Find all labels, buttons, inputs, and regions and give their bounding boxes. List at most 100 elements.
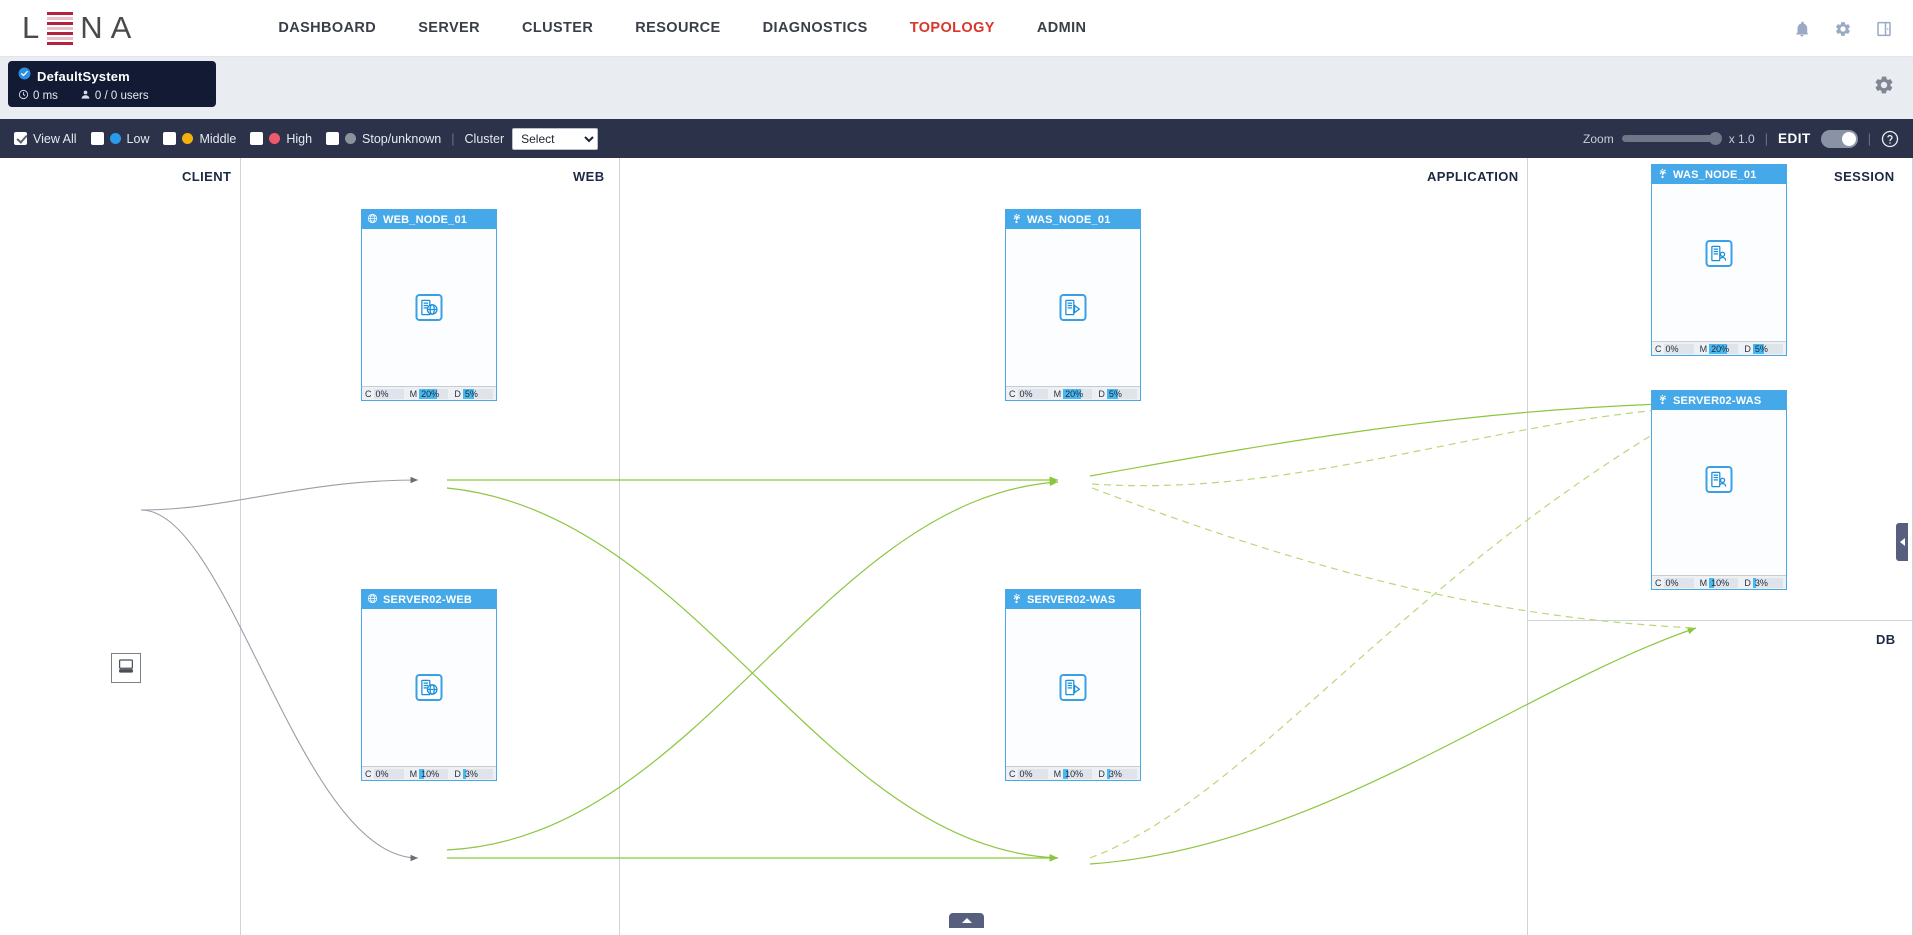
node-metrics: C 0% M 20% D 5% bbox=[1652, 341, 1786, 355]
zoom-label: Zoom bbox=[1583, 131, 1614, 146]
filter-view-all[interactable]: View All bbox=[14, 132, 77, 146]
app-logo[interactable]: L N A bbox=[22, 10, 132, 46]
bell-icon[interactable] bbox=[1793, 20, 1811, 38]
zone-divider-web-application bbox=[619, 158, 620, 935]
cluster-select[interactable]: Select bbox=[512, 127, 599, 150]
metric-disk-key: D bbox=[1098, 388, 1105, 399]
node-title: WEB_NODE_01 bbox=[383, 213, 468, 226]
high-label: High bbox=[286, 131, 313, 146]
node-server02-web[interactable]: SERVER02-WEB C 0% M 10% D 3% bbox=[361, 589, 497, 781]
nav-item-dashboard[interactable]: DASHBOARD bbox=[257, 14, 397, 42]
cluster-icon bbox=[1011, 213, 1022, 227]
metric-cpu: C 0% bbox=[1006, 388, 1051, 399]
web-server-icon bbox=[415, 674, 443, 701]
metric-memory-bar: 20% bbox=[419, 388, 449, 399]
stop-unknown-label: Stop/unknown bbox=[362, 131, 442, 146]
zoom-edit-divider: | bbox=[1764, 131, 1768, 146]
high-checkbox[interactable] bbox=[250, 132, 264, 145]
session-server-icon bbox=[1705, 240, 1733, 267]
node-title: SERVER02-WEB bbox=[383, 593, 472, 606]
node-header: SERVER02-WEB bbox=[362, 590, 496, 609]
metric-cpu-value: 0% bbox=[1019, 388, 1033, 399]
logo-letter-n: N bbox=[80, 10, 104, 45]
filter-high[interactable]: High bbox=[250, 132, 312, 146]
help-circle-icon[interactable] bbox=[1881, 130, 1899, 148]
logo-letter-a: A bbox=[110, 10, 133, 45]
zone-divider-application-session bbox=[1527, 158, 1528, 935]
nav-item-resource[interactable]: RESOURCE bbox=[614, 14, 741, 42]
metric-disk-value: 5% bbox=[464, 388, 478, 399]
node-body bbox=[1006, 609, 1140, 766]
metric-memory-value: 20% bbox=[1065, 388, 1084, 399]
metric-memory-value: 20% bbox=[421, 388, 440, 399]
zoom-slider-thumb[interactable] bbox=[1708, 132, 1722, 145]
node-header: SERVER02-WAS bbox=[1652, 391, 1786, 410]
metric-disk-bar: 3% bbox=[1106, 768, 1138, 779]
metric-disk-bar: 5% bbox=[462, 388, 494, 399]
expand-bottom-panel-handle[interactable] bbox=[949, 913, 984, 928]
node-web-node-01[interactable]: WEB_NODE_01 C 0% M 20% D 5% bbox=[361, 209, 497, 401]
node-session-was-node-01[interactable]: WAS_NODE_01 C 0% M 20% D 5% bbox=[1651, 164, 1787, 356]
metric-memory: M 20% bbox=[1697, 343, 1742, 354]
session-server-icon bbox=[1705, 466, 1733, 493]
filter-stop-unknown[interactable]: Stop/unknown bbox=[326, 132, 441, 146]
metric-cpu-value: 0% bbox=[1665, 343, 1679, 354]
node-body bbox=[362, 609, 496, 766]
gear-icon[interactable] bbox=[1834, 20, 1852, 38]
node-header: SERVER02-WAS bbox=[1006, 590, 1140, 609]
nav-item-admin[interactable]: ADMIN bbox=[1016, 14, 1108, 42]
main-menu: DASHBOARD SERVER CLUSTER RESOURCE DIAGNO… bbox=[257, 14, 1107, 42]
node-was-node-01[interactable]: WAS_NODE_01 C 0% M 20% D 5% bbox=[1005, 209, 1141, 401]
stop-unknown-color-dot-icon bbox=[345, 133, 357, 144]
zoom-slider[interactable] bbox=[1621, 132, 1722, 145]
metric-memory-key: M bbox=[1053, 768, 1062, 779]
metric-cpu-bar: 0% bbox=[373, 768, 404, 779]
cluster-icon bbox=[1657, 394, 1668, 408]
node-metrics: C 0% M 10% D 3% bbox=[1652, 575, 1786, 589]
metric-cpu-key: C bbox=[1655, 343, 1662, 354]
low-label: Low bbox=[126, 131, 150, 146]
filter-middle[interactable]: Middle bbox=[163, 132, 236, 146]
metric-disk-key: D bbox=[454, 768, 461, 779]
system-card-defaultsystem[interactable]: DefaultSystem 0 ms 0 / 0 users bbox=[8, 61, 216, 107]
metric-cpu: C 0% bbox=[1006, 768, 1051, 779]
metric-disk-key: D bbox=[1744, 343, 1751, 354]
metric-disk-value: 5% bbox=[1754, 343, 1768, 354]
metric-memory: M 10% bbox=[407, 768, 452, 779]
nav-item-server[interactable]: SERVER bbox=[397, 14, 501, 42]
low-checkbox[interactable] bbox=[90, 132, 104, 145]
nav-item-diagnostics[interactable]: DIAGNOSTICS bbox=[742, 14, 889, 42]
metric-cpu-bar: 0% bbox=[373, 388, 404, 399]
app-server-icon bbox=[1059, 294, 1087, 321]
cluster-icon bbox=[1011, 593, 1022, 607]
metric-disk: D 3% bbox=[1095, 768, 1140, 779]
metric-cpu-key: C bbox=[1009, 388, 1016, 399]
metric-disk: D 3% bbox=[1741, 577, 1786, 588]
edit-help-divider: | bbox=[1867, 131, 1871, 146]
metric-disk: D 5% bbox=[1095, 388, 1140, 399]
node-server02-was[interactable]: SERVER02-WAS C 0% M 10% D 3% bbox=[1005, 589, 1141, 781]
middle-checkbox[interactable] bbox=[163, 132, 177, 145]
edit-mode-toggle[interactable] bbox=[1820, 129, 1858, 148]
node-session-server02-was[interactable]: SERVER02-WAS C 0% M 10% D 3% bbox=[1651, 390, 1787, 590]
logout-icon[interactable] bbox=[1875, 20, 1893, 38]
metric-cpu-value: 0% bbox=[1665, 577, 1679, 588]
topology-settings-gear-icon[interactable] bbox=[1873, 74, 1895, 96]
system-summary-bar: DefaultSystem 0 ms 0 / 0 users bbox=[0, 57, 1913, 119]
metric-disk-key: D bbox=[1744, 577, 1751, 588]
metric-disk: D 5% bbox=[1741, 343, 1786, 354]
topology-canvas[interactable]: CLIENT WEB APPLICATION SESSION DB WEB_NO… bbox=[0, 158, 1913, 935]
nav-item-cluster[interactable]: CLUSTER bbox=[501, 14, 614, 42]
client-node[interactable] bbox=[111, 653, 141, 683]
node-body bbox=[1006, 229, 1140, 386]
filter-low[interactable]: Low bbox=[90, 131, 150, 146]
view-all-checkbox[interactable] bbox=[14, 132, 27, 145]
metric-disk-key: D bbox=[1098, 768, 1105, 779]
zone-divider-session-db bbox=[1527, 620, 1913, 621]
stop-unknown-checkbox[interactable] bbox=[326, 132, 340, 145]
expand-right-panel-handle[interactable] bbox=[1896, 523, 1908, 561]
clock-icon bbox=[18, 89, 29, 103]
nav-item-topology[interactable]: TOPOLOGY bbox=[889, 14, 1016, 42]
high-color-dot-icon bbox=[269, 133, 281, 144]
desktop-icon bbox=[117, 657, 135, 680]
